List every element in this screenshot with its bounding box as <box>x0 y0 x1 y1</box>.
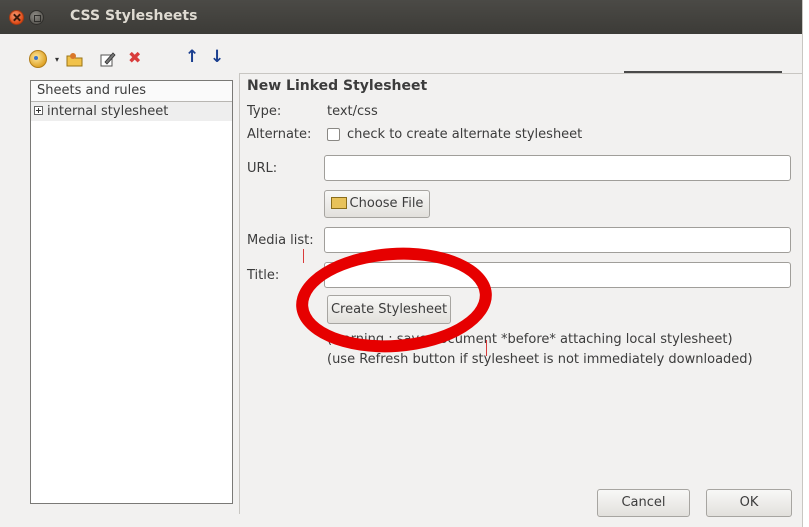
choose-file-label: Choose File <box>349 196 424 211</box>
url-input[interactable] <box>324 155 791 181</box>
arrow-up-icon[interactable]: ↑ <box>185 48 199 66</box>
url-label: URL: <box>247 161 278 176</box>
close-window-button[interactable] <box>9 10 24 25</box>
stylesheet-tree[interactable]: Sheets and rules internal stylesheet <box>30 80 233 504</box>
expand-icon[interactable] <box>34 106 43 115</box>
cancel-button[interactable]: Cancel <box>597 489 690 517</box>
text-cursor-mark <box>303 249 304 263</box>
tree-item-internal-stylesheet[interactable]: internal stylesheet <box>31 102 232 121</box>
form-title: New Linked Stylesheet <box>247 78 428 94</box>
dropdown-arrow-icon[interactable]: ▾ <box>55 51 59 69</box>
add-stylesheet-icon[interactable] <box>29 50 47 68</box>
edit-icon[interactable] <box>100 51 116 67</box>
alternate-checkbox-text: check to create alternate stylesheet <box>347 127 583 142</box>
import-icon[interactable] <box>66 51 84 67</box>
ok-button[interactable]: OK <box>706 489 792 517</box>
tree-item-label: internal stylesheet <box>47 104 169 119</box>
text-cursor-mark <box>486 340 487 356</box>
window-title: CSS Stylesheets <box>70 8 198 24</box>
media-list-label: Media list: <box>247 233 314 248</box>
type-label: Type: <box>247 104 282 119</box>
alternate-label: Alternate: <box>247 127 312 142</box>
refresh-note: (use Refresh button if stylesheet is not… <box>327 352 753 367</box>
delete-icon[interactable]: ✖ <box>128 49 141 67</box>
minimize-window-button[interactable] <box>29 10 44 25</box>
title-bar[interactable]: CSS Stylesheets <box>0 0 802 34</box>
folder-open-icon <box>330 196 347 209</box>
arrow-down-icon[interactable]: ↓ <box>210 48 224 66</box>
alternate-checkbox[interactable] <box>327 128 340 141</box>
type-value: text/css <box>327 104 378 119</box>
title-label: Title: <box>247 268 280 283</box>
tree-header: Sheets and rules <box>31 81 232 102</box>
choose-file-button[interactable]: Choose File <box>324 190 430 218</box>
